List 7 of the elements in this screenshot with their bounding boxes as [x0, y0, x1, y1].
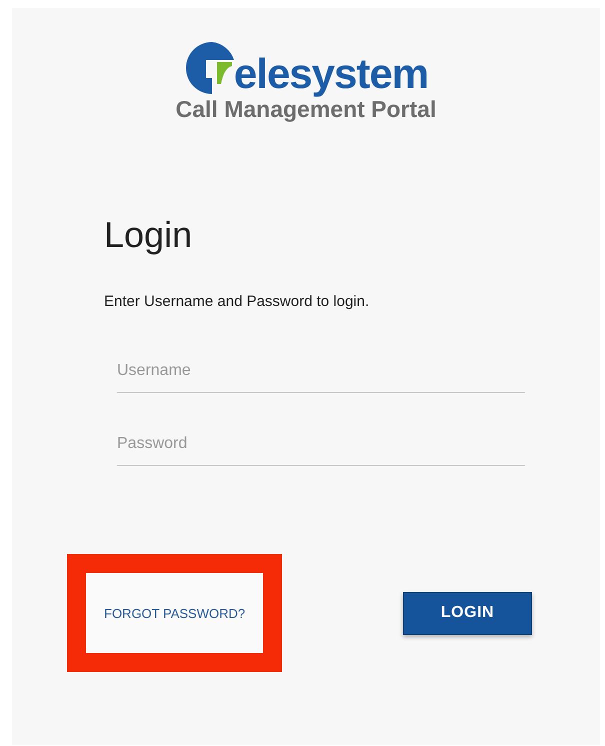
forgot-password-link[interactable]: FORGOT PASSWORD?	[104, 606, 246, 620]
login-button[interactable]: LOGIN	[403, 592, 532, 634]
input-field[interactable]: Password	[117, 419, 525, 466]
instruction-text: Enter Username and Password to login.	[104, 293, 370, 310]
portal-subtitle: Call Management Portal	[176, 96, 436, 123]
input-field[interactable]: Username	[117, 346, 525, 393]
login-title: Login	[104, 215, 194, 255]
